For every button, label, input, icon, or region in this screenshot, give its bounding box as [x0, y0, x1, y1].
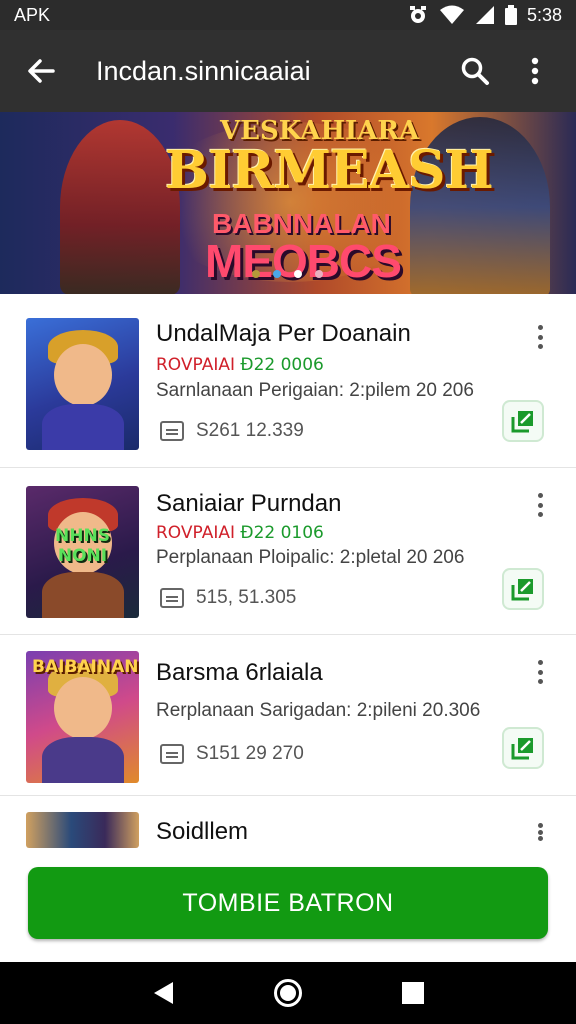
- primary-action-button[interactable]: TOMBIE BATRON: [28, 867, 548, 939]
- page-title: Incdan.sinnicaaiai: [96, 55, 311, 86]
- nav-back-button[interactable]: [143, 973, 183, 1013]
- banner-line-4: MEOBCS: [205, 235, 402, 287]
- list-item[interactable]: NHNS NONI Saniaiar Purndan ROVPAIAI Ð22 …: [0, 468, 576, 635]
- item-description: Sarnlanaan Perigaian: 2:pilem 20 206: [156, 380, 474, 401]
- battery-icon: [504, 5, 517, 25]
- wifi-icon: [439, 5, 465, 25]
- item-name: UndalMaja Per Doanain: [156, 320, 411, 347]
- banner-pager-dots[interactable]: [252, 270, 323, 278]
- item-meta: 515, 51.305: [160, 587, 296, 609]
- list-item[interactable]: UndalMaja Per Doanain ROVPAIAI Ð22 0006 …: [0, 296, 576, 468]
- item-price: ROVPAIAI Ð22 0106: [156, 523, 324, 543]
- thumb-face: [54, 344, 112, 406]
- app-bar: Incdan.sinnicaaiai: [0, 30, 576, 112]
- install-button[interactable]: [502, 568, 544, 610]
- nav-home-button[interactable]: [268, 973, 308, 1013]
- nav-recents-icon: [402, 982, 425, 1004]
- item-meta: S151 29 270: [160, 743, 304, 765]
- nav-recents-button[interactable]: [393, 973, 433, 1013]
- item-thumbnail: NHNS NONI: [26, 486, 139, 618]
- alarm-icon: [407, 5, 429, 25]
- item-more-button[interactable]: [528, 322, 552, 352]
- status-carrier: APK: [14, 4, 51, 25]
- item-meta: S261 12.339: [160, 420, 304, 442]
- item-more-button[interactable]: [528, 490, 552, 520]
- install-button[interactable]: [502, 727, 544, 769]
- status-icons: 5:38: [407, 5, 562, 26]
- list-item[interactable]: Soidllem: [0, 796, 576, 848]
- install-icon: [511, 579, 533, 601]
- search-icon: [461, 57, 489, 85]
- install-icon: [511, 738, 533, 760]
- pager-dot[interactable]: [273, 270, 281, 278]
- size-icon: [160, 588, 184, 608]
- item-thumbnail: [26, 812, 139, 848]
- item-name: Barsma 6rlaiala: [156, 659, 323, 686]
- banner-hero-left: [60, 120, 180, 294]
- pager-dot-active[interactable]: [294, 270, 302, 278]
- status-bar: APK 5:38: [0, 0, 576, 30]
- item-description: Rerplanaan Sarigadan: 2:pileni 20.306: [156, 700, 481, 721]
- banner-line-2: BIRMEASH: [165, 140, 494, 201]
- arrow-back-icon: [28, 59, 55, 83]
- thumb-caption: BAIBAINAN: [32, 657, 139, 677]
- status-time: 5:38: [526, 4, 562, 25]
- install-button[interactable]: [502, 400, 544, 442]
- thumb-body: [42, 572, 124, 618]
- size-icon: [160, 744, 184, 764]
- size-icon: [160, 421, 184, 441]
- item-name: Soidllem: [156, 818, 249, 845]
- system-nav-bar: [0, 962, 576, 1024]
- thumb-face: [54, 677, 112, 739]
- more-vert-icon: [531, 57, 539, 85]
- item-more-button[interactable]: [528, 820, 552, 844]
- overflow-menu-button[interactable]: [512, 48, 558, 94]
- item-thumbnail: [26, 318, 139, 450]
- thumb-body: [42, 404, 124, 450]
- list-item[interactable]: BAIBAINAN Barsma 6rlaiala Rerplanaan Sar…: [0, 635, 576, 796]
- signal-icon: [475, 5, 495, 25]
- item-price: ROVPAIAI Ð22 0006: [156, 355, 324, 375]
- nav-back-icon: [153, 982, 173, 1004]
- item-more-button[interactable]: [528, 657, 552, 687]
- pager-dot[interactable]: [315, 270, 323, 278]
- item-name: Saniaiar Purndan: [156, 490, 342, 517]
- thumb-body: [42, 737, 124, 783]
- back-button[interactable]: [18, 48, 64, 94]
- install-icon: [511, 411, 533, 433]
- thumb-caption: NHNS NONI: [55, 526, 110, 566]
- pager-dot[interactable]: [252, 270, 260, 278]
- item-description: Perplanaan Ploipalic: 2:pletal 20 206: [156, 547, 465, 568]
- search-button[interactable]: [452, 48, 498, 94]
- item-thumbnail: BAIBAINAN: [26, 651, 139, 783]
- nav-home-icon: [273, 979, 302, 1007]
- promo-banner[interactable]: VESKAHIARA BIRMEASH BABNNALAN MEOBCS: [0, 112, 576, 294]
